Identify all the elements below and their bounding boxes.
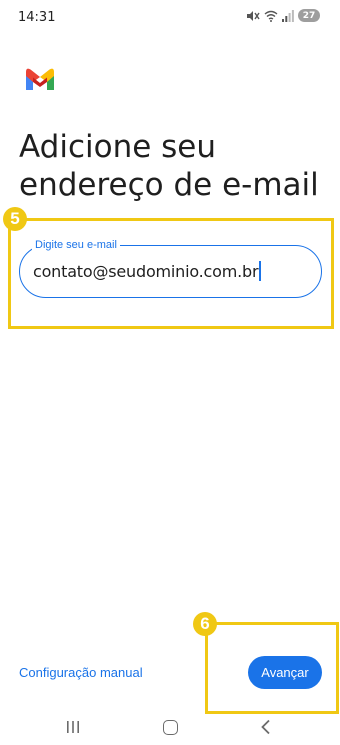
annotation-badge-6: 6 xyxy=(193,612,217,636)
gmail-logo xyxy=(24,66,56,92)
text-caret xyxy=(259,261,261,281)
signal-icon xyxy=(282,9,294,22)
mute-icon xyxy=(246,10,260,22)
battery-icon: 27 xyxy=(298,9,320,22)
email-field[interactable]: Digite seu e-mail contato@seudominio.com… xyxy=(19,239,322,298)
status-icons: 27 xyxy=(246,9,320,22)
status-time: 14:31 xyxy=(18,10,56,25)
manual-setup-link[interactable]: Configuração manual xyxy=(19,665,143,680)
email-input-value: contato@seudominio.com.br xyxy=(33,262,259,281)
page-title: Adicione seu endereço de e-mail xyxy=(19,129,319,203)
back-icon[interactable] xyxy=(260,719,272,740)
email-field-label: Digite seu e-mail xyxy=(32,239,120,251)
wifi-icon xyxy=(264,10,278,22)
next-button[interactable]: Avançar xyxy=(248,656,322,689)
status-bar: 14:31 27 xyxy=(0,0,340,34)
recents-icon[interactable] xyxy=(66,720,80,739)
annotation-badge-5: 5 xyxy=(3,207,27,231)
home-icon[interactable] xyxy=(163,720,178,735)
navigation-bar xyxy=(0,712,340,745)
email-input[interactable]: contato@seudominio.com.br xyxy=(33,261,261,281)
